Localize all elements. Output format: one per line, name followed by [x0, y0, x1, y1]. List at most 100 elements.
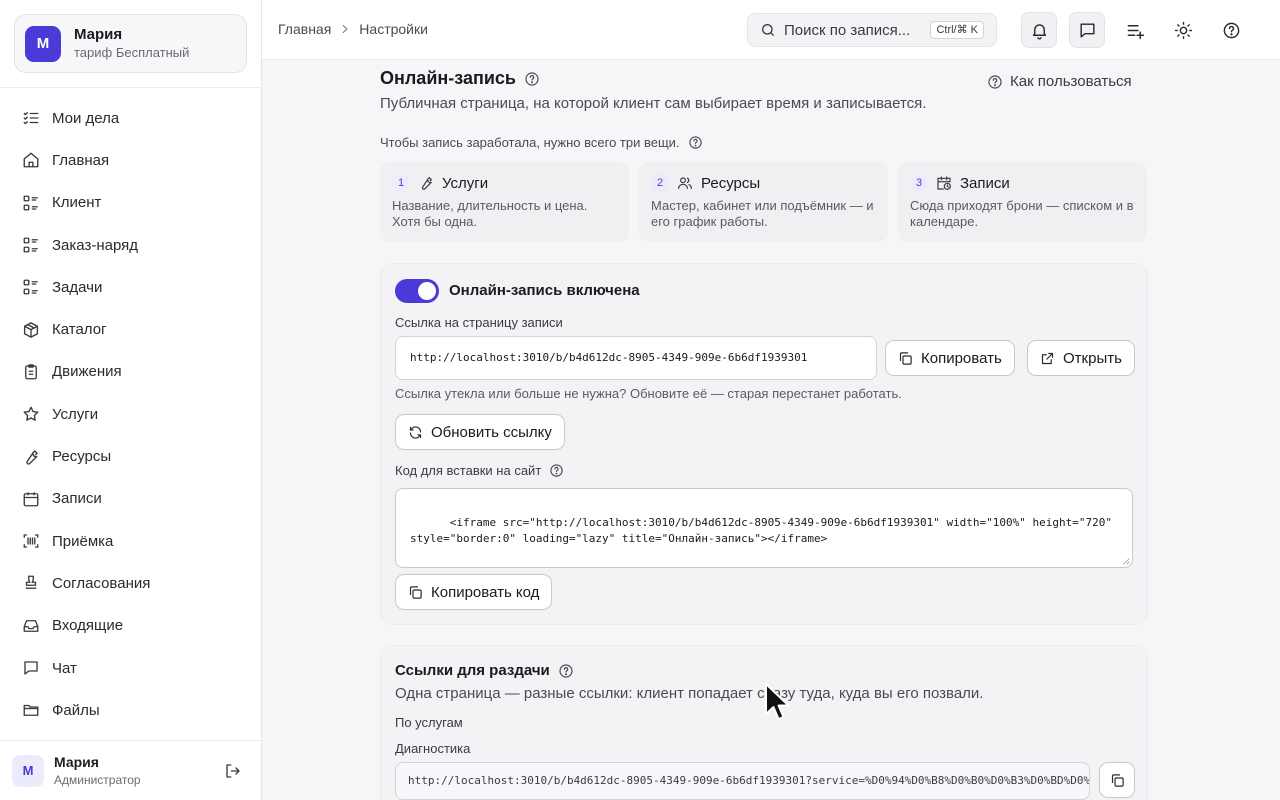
- workspace-switcher[interactable]: М Мария тариф Бесплатный: [14, 14, 247, 73]
- sidebar-item-inbox[interactable]: Входящие: [0, 605, 261, 647]
- calendar-clock-icon: [937, 176, 951, 190]
- sidebar-item-tasks[interactable]: Задачи: [0, 266, 261, 308]
- booking-link-input[interactable]: http://localhost:3010/b/b4d612dc-8905-43…: [395, 336, 877, 380]
- help-circle-icon[interactable]: [558, 663, 574, 679]
- sidebar-item-label: Заказ-наряд: [52, 236, 139, 254]
- embed-code-text: <iframe src="http://localhost:3010/b/b4d…: [410, 516, 1119, 545]
- sidebar-item-label: Чат: [52, 659, 77, 677]
- step-number: 2: [651, 174, 669, 192]
- embed-code-textarea[interactable]: <iframe src="http://localhost:3010/b/b4d…: [395, 488, 1133, 568]
- theme-toggle-button[interactable]: [1165, 12, 1201, 48]
- users-icon: [678, 177, 692, 189]
- breadcrumb: Главная Настройки: [278, 21, 428, 37]
- search-shortcut: Ctrl/⌘ K: [930, 21, 984, 39]
- sidebar-item-bookings[interactable]: Записи: [0, 478, 261, 520]
- help-circle-icon[interactable]: [549, 463, 564, 478]
- steps-hint-text: Чтобы запись заработала, нужно всего три…: [380, 135, 680, 150]
- step-description: Название, длительность и цена. Хотя бы о…: [392, 198, 588, 229]
- folder-icon: [23, 705, 39, 717]
- copy-icon: [409, 585, 422, 599]
- wrench-icon: [26, 449, 38, 465]
- copy-link-button[interactable]: Копировать: [885, 340, 1015, 376]
- share-links-panel: Ссылки для раздачи Одна страница — разны…: [380, 645, 1148, 800]
- chevron-right-icon: [342, 24, 348, 34]
- star-icon: [23, 406, 39, 422]
- share-item-label: Диагностика: [395, 741, 471, 756]
- rotate-link-button[interactable]: Обновить ссылку: [395, 414, 565, 450]
- page-subtitle: Публичная страница, на которой клиент са…: [380, 95, 927, 112]
- sidebar-item-work-orders[interactable]: Заказ-наряд: [0, 224, 261, 266]
- chat-icon: [24, 661, 38, 675]
- settings-content: Онлайн-запись Как пользоваться Публичная…: [262, 61, 1280, 800]
- open-link-button[interactable]: Открыть: [1027, 340, 1135, 376]
- sidebar-item-label: Задачи: [52, 278, 103, 296]
- search-input[interactable]: Поиск по запися... Ctrl/⌘ K: [747, 13, 997, 47]
- sidebar-item-chat[interactable]: Чат: [0, 647, 261, 689]
- user-name: Мария: [54, 753, 99, 770]
- copy-icon: [1111, 773, 1124, 787]
- stamp-icon: [25, 575, 37, 590]
- user-role: Администратор: [54, 772, 141, 787]
- help-circle-icon: [1223, 22, 1239, 38]
- calendar-icon: [23, 492, 39, 507]
- step-title: Ресурсы: [701, 174, 761, 192]
- sidebar-item-label: Приёмка: [52, 532, 114, 550]
- external-link-icon: [1041, 352, 1054, 364]
- help-circle-icon[interactable]: [688, 135, 703, 150]
- rotate-link-label: Обновить ссылку: [431, 423, 552, 441]
- sidebar-item-clients[interactable]: Клиент: [0, 182, 261, 224]
- sidebar-item-home[interactable]: Главная: [0, 139, 261, 181]
- breadcrumb-current: Настройки: [359, 21, 428, 37]
- embed-code-label-row: Код для вставки на сайт: [395, 463, 564, 478]
- toggle-knob: [418, 282, 436, 300]
- bell-icon: [1032, 23, 1046, 39]
- step-card-resources[interactable]: 2 Ресурсы Мастер, кабинет или подъёмник …: [639, 162, 888, 242]
- sidebar-item-intake[interactable]: Приёмка: [0, 520, 261, 562]
- sidebar-item-label: Ресурсы: [52, 448, 112, 466]
- step-number: 3: [910, 174, 928, 192]
- help-circle-icon[interactable]: [524, 71, 540, 87]
- current-user: М Мария Администратор: [0, 740, 261, 800]
- workspace-owner-name: Мария: [74, 26, 123, 43]
- list-check-icon: [23, 112, 39, 125]
- messages-button[interactable]: [1069, 12, 1105, 48]
- quick-add-button[interactable]: [1117, 12, 1153, 48]
- scan-icon: [23, 534, 39, 548]
- sidebar-item-resources[interactable]: Ресурсы: [0, 435, 261, 477]
- breadcrumb-home[interactable]: Главная: [278, 21, 331, 37]
- online-booking-toggle[interactable]: [395, 279, 439, 303]
- sidebar-item-files[interactable]: Файлы: [0, 689, 261, 731]
- logout-icon[interactable]: [224, 762, 242, 780]
- help-button[interactable]: [1213, 12, 1249, 48]
- sidebar-item-movements[interactable]: Движения: [0, 351, 261, 393]
- step-title: Записи: [960, 174, 1010, 192]
- inbox-icon: [23, 619, 39, 632]
- sidebar-item-label: Входящие: [52, 617, 124, 635]
- step-description: Сюда приходят брони — списком и в календ…: [910, 198, 1134, 229]
- search-icon: [762, 24, 774, 36]
- clipboard-icon: [25, 364, 37, 380]
- sidebar-item-label: Клиент: [52, 194, 102, 212]
- sidebar-item-services[interactable]: Услуги: [0, 393, 261, 435]
- sidebar-item-catalog[interactable]: Каталог: [0, 308, 261, 350]
- sidebar-item-label: Главная: [52, 151, 110, 169]
- sidebar: М Мария тариф Бесплатный Мои дела Главна…: [0, 0, 262, 800]
- wrench-icon: [421, 177, 432, 190]
- sidebar-item-approvals[interactable]: Согласования: [0, 562, 261, 604]
- sidebar-item-label: Мои дела: [52, 109, 120, 127]
- copy-share-link-button[interactable]: [1099, 762, 1135, 798]
- step-description: Мастер, кабинет или подъёмник — и его гр…: [651, 198, 874, 229]
- step-card-services[interactable]: 1 Услуги Название, длительность и цена. …: [380, 162, 629, 242]
- list-icon: [23, 279, 38, 295]
- sidebar-item-label: Файлы: [52, 701, 100, 719]
- step-card-bookings[interactable]: 3 Записи Сюда приходят брони — списком и…: [898, 162, 1147, 242]
- sidebar-divider: [0, 87, 261, 88]
- resize-handle-icon[interactable]: [1122, 557, 1130, 565]
- copy-link-label: Копировать: [921, 349, 1002, 367]
- share-link-input[interactable]: http://localhost:3010/b/b4d612dc-8905-43…: [395, 762, 1090, 800]
- sidebar-item-my-tasks[interactable]: Мои дела: [0, 97, 261, 139]
- how-to-use-link[interactable]: Как пользоваться: [987, 73, 1132, 90]
- copy-code-button[interactable]: Копировать код: [395, 574, 553, 610]
- copy-icon: [899, 351, 912, 365]
- notifications-button[interactable]: [1021, 12, 1057, 48]
